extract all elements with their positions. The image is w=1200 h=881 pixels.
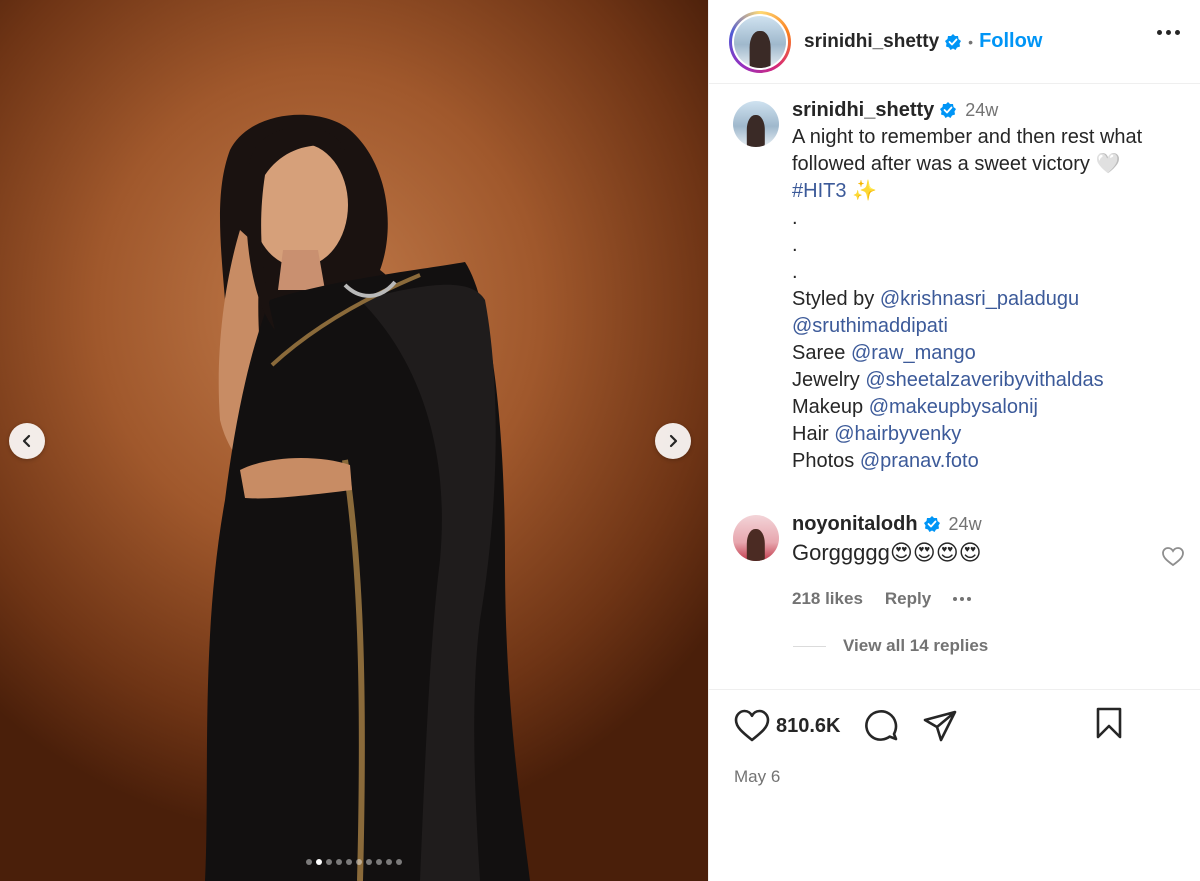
author-avatar	[734, 15, 786, 68]
carousel-dot	[366, 859, 372, 865]
comment-item: noyonitalodh 24w Gorggggg😍😍😍😍 218 likes R…	[733, 513, 982, 612]
carousel-dot	[336, 859, 342, 865]
carousel-dot	[376, 859, 382, 865]
comment-icon[interactable]	[863, 708, 899, 744]
carousel-dot	[316, 859, 322, 865]
hashtag-link[interactable]: #HIT3	[792, 180, 846, 202]
credit-handle[interactable]: @pranav.foto	[860, 450, 979, 472]
caption-dot: .	[792, 234, 798, 256]
credit-label: Makeup	[792, 396, 864, 418]
sparkle-emoji: ✨	[852, 180, 877, 202]
carousel-dot	[326, 859, 332, 865]
commenter-avatar[interactable]	[733, 515, 779, 561]
follow-button[interactable]: Follow	[979, 30, 1042, 53]
post-photo	[205, 114, 530, 881]
carousel-dot	[386, 859, 392, 865]
header-separator: •	[968, 33, 974, 50]
view-replies-label: View all 14 replies	[843, 636, 989, 655]
credit-label: Hair	[792, 423, 829, 445]
carousel-prev-button[interactable]	[9, 423, 45, 459]
post-media[interactable]	[0, 0, 708, 881]
credit-handle[interactable]: @makeupbysalonij	[869, 396, 1038, 418]
caption-username[interactable]: srinidhi_shetty	[792, 99, 934, 121]
credit-handle[interactable]: @hairbyvenky	[834, 423, 961, 445]
post-viewer: srinidhi_shetty • Follow srinidhi_shetty…	[0, 0, 1200, 881]
credit-label: Saree	[792, 342, 846, 364]
comment-more-icon[interactable]	[953, 596, 972, 601]
comments-list[interactable]: srinidhi_shetty 24w A night to remember a…	[709, 85, 1200, 687]
caption-time: 24w	[965, 100, 999, 120]
credit-handle[interactable]: @sheetalzaveribyvithaldas	[865, 369, 1103, 391]
caption-dot: .	[792, 261, 798, 283]
verified-badge-icon	[944, 33, 962, 51]
share-icon[interactable]	[923, 710, 957, 742]
caption-line: A night to remember and then rest what	[792, 126, 1143, 148]
credit-label: Styled by	[792, 288, 875, 310]
more-options-icon[interactable]	[1157, 30, 1180, 35]
verified-badge-icon	[923, 515, 941, 533]
carousel-dot	[356, 859, 362, 865]
carousel-indicator	[0, 859, 708, 865]
author-story-ring[interactable]	[729, 10, 791, 73]
like-count[interactable]: 810.6K	[776, 715, 841, 738]
comment-like-icon[interactable]	[1161, 545, 1185, 574]
credit-label: Photos	[792, 450, 855, 472]
author-username[interactable]: srinidhi_shetty	[804, 31, 939, 53]
carousel-next-button[interactable]	[655, 423, 691, 459]
post-header: srinidhi_shetty • Follow	[709, 0, 1200, 84]
post-side-panel: srinidhi_shetty • Follow srinidhi_shetty…	[708, 0, 1200, 881]
heart-icon[interactable]	[734, 709, 770, 743]
credit-handle[interactable]: @krishnasri_paladugu	[880, 288, 1079, 310]
comment-likes[interactable]: 218 likes	[792, 585, 863, 612]
comment-time: 24w	[948, 514, 982, 534]
carousel-dot	[396, 859, 402, 865]
chevron-right-icon	[669, 434, 678, 448]
caption: srinidhi_shetty 24w A night to remember a…	[733, 99, 1143, 475]
verified-badge-icon	[939, 101, 957, 119]
caption-avatar[interactable]	[733, 101, 779, 147]
carousel-dot	[346, 859, 352, 865]
comment-text: Gorggggg😍😍😍😍	[792, 540, 982, 565]
chevron-left-icon	[22, 434, 31, 448]
carousel-dot	[306, 859, 312, 865]
credit-label: Jewelry	[792, 369, 860, 391]
bookmark-icon[interactable]	[1095, 707, 1123, 744]
commenter-username[interactable]: noyonitalodh	[792, 513, 918, 535]
caption-dot: .	[792, 207, 798, 229]
comment-reply-button[interactable]: Reply	[885, 585, 931, 612]
post-date: May 6	[734, 767, 781, 786]
credit-handle[interactable]: @sruthimaddipati	[792, 315, 948, 337]
view-replies-button[interactable]: View all 14 replies	[793, 636, 988, 656]
credit-handle[interactable]: @raw_mango	[851, 342, 976, 364]
caption-line: followed after was a sweet victory 🤍	[792, 153, 1121, 175]
post-actions: 810.6K May 6	[709, 689, 1200, 787]
